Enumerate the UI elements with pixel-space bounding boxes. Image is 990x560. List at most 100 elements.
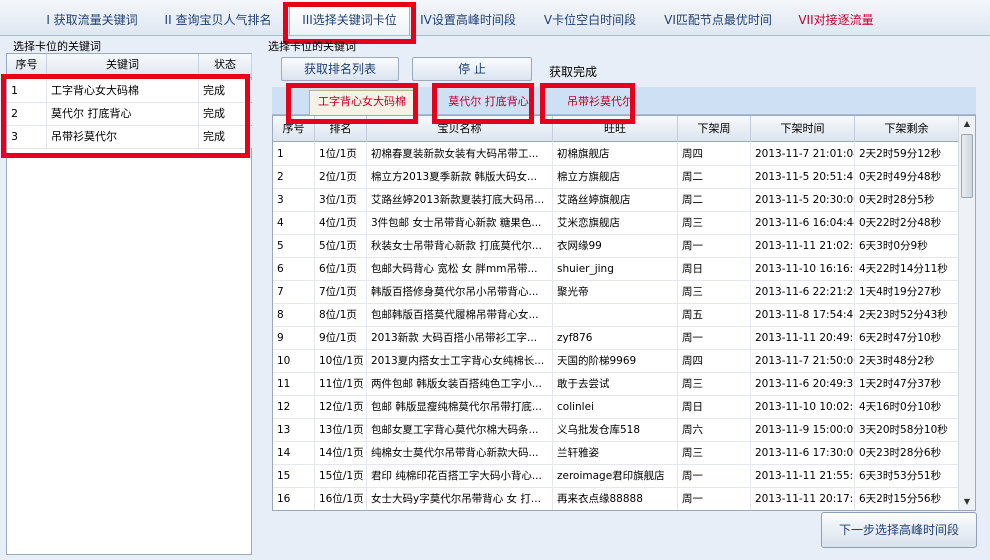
fetch-ranking-button[interactable]: 获取排名列表 [281, 57, 399, 81]
row-delist-weekday: 周一 [678, 488, 751, 510]
table-row[interactable]: 5 5位/1页 秋装女士吊带背心新款 打底莫代尔... 衣网缘99 周一 2013-11-… [273, 235, 959, 258]
keyword-status: 完成 [199, 103, 252, 125]
table-row[interactable]: 3 3位/1页 艾路丝婷2013新款夏装打底大码吊... 艾路丝婷旗舰店 周二 2013-… [273, 189, 959, 212]
row-delist-weekday: 周三 [678, 281, 751, 304]
keyword-list-header: 序号 关键词 状态 [7, 54, 252, 78]
keyword-index: 2 [7, 103, 47, 125]
row-rank: 13位/1页 [315, 419, 367, 442]
row-delist-remaining: 0天22时2分48秒 [855, 212, 959, 235]
row-delist-remaining: 2天2时59分12秒 [855, 143, 959, 166]
keyword-row[interactable]: 3 吊带衫莫代尔 完成 [7, 126, 252, 149]
col-header-wangwang[interactable]: 旺旺 [553, 116, 678, 142]
col-header-item-name[interactable]: 宝贝名称 [367, 116, 553, 142]
table-row[interactable]: 10 10位/1页 2013夏内搭女士工字背心女纯棉长... 天国的阶梯9969 周四 2… [273, 350, 959, 373]
col-header-keyword[interactable]: 关键词 [47, 54, 199, 77]
row-delist-remaining: 6天2时15分56秒 [855, 488, 959, 510]
keyword-index: 1 [7, 80, 47, 102]
table-row[interactable]: 6 6位/1页 包邮大码背心 宽松 女 胖mm吊带... shuier_jing 周日 2… [273, 258, 959, 281]
tab-connect-traffic[interactable]: VII对接逐流量 [796, 9, 876, 31]
row-rank: 12位/1页 [315, 396, 367, 419]
row-item-name: 女士大码y字莫代尔吊带背心 女 打... [367, 488, 553, 510]
row-delist-remaining: 4天16时0分10秒 [855, 396, 959, 419]
row-index: 14 [273, 442, 315, 465]
table-row[interactable]: 14 14位/1页 纯棉女士莫代尔吊带背心新款大码... 兰轩雅姿 周三 2013-11-… [273, 442, 959, 465]
table-row[interactable]: 16 16位/1页 女士大码y字莫代尔吊带背心 女 打... 再来衣点缘88888 周一… [273, 488, 959, 510]
row-delist-remaining: 3天20时58分10秒 [855, 419, 959, 442]
stop-button[interactable]: 停 止 [412, 57, 532, 81]
col-header-status[interactable]: 状态 [199, 54, 252, 77]
row-delist-weekday: 周五 [678, 304, 751, 327]
row-rank: 9位/1页 [315, 327, 367, 350]
keyword-text: 工字背心女大码棉 [47, 80, 199, 102]
table-row[interactable]: 12 12位/1页 包邮 韩版显瘦纯棉莫代尔吊带打底... colinlei 周日 201… [273, 396, 959, 419]
tab-match-optimal-time[interactable]: VI匹配节点最优时间 [662, 9, 774, 31]
ranking-table-header: 序号 排名 宝贝名称 旺旺 下架周 下架时间 下架剩余 [273, 116, 959, 142]
tab-slot-blank-time[interactable]: V卡位空白时间段 [540, 9, 640, 31]
next-step-peak-time-button[interactable]: 下一步选择高峰时间段 [821, 512, 977, 548]
row-delist-remaining: 0天23时28分6秒 [855, 442, 959, 465]
row-delist-time: 2013-11-11 20:17:... [751, 488, 855, 510]
row-item-name: 包邮 韩版显瘦纯棉莫代尔吊带打底... [367, 396, 553, 419]
table-row[interactable]: 9 9位/1页 2013新款 大码百搭小吊带衫工字... zyf876 周一 2013-1… [273, 327, 959, 350]
row-rank: 14位/1页 [315, 442, 367, 465]
col-header-delist-remaining[interactable]: 下架剩余 [855, 116, 959, 142]
row-delist-time: 2013-11-6 22:21:24 [751, 281, 855, 304]
tab-get-traffic-keywords[interactable]: I 获取流量关键词 [42, 9, 142, 31]
tab-select-keyword-slot[interactable]: III选择关键词卡位 [289, 4, 410, 35]
row-rank: 16位/1页 [315, 488, 367, 510]
scroll-down-arrow-icon[interactable]: ▼ [959, 494, 975, 510]
table-row[interactable]: 1 1位/1页 初棉春夏装新款女装有大码吊带工... 初棉旗舰店 周四 2013-11-7… [273, 143, 959, 166]
row-delist-time: 2013-11-11 20:49:... [751, 327, 855, 350]
row-index: 8 [273, 304, 315, 327]
col-header-index[interactable]: 序号 [273, 116, 315, 142]
row-index: 10 [273, 350, 315, 373]
row-index: 15 [273, 465, 315, 488]
keyword-row[interactable]: 1 工字背心女大码棉 完成 [7, 80, 252, 103]
row-delist-weekday: 周一 [678, 327, 751, 350]
subtab-keyword-2[interactable]: 莫代尔 打底背心 [437, 91, 540, 113]
tab-set-peak-time[interactable]: IV设置高峰时间段 [418, 9, 518, 31]
row-delist-time: 2013-11-10 10:02:... [751, 396, 855, 419]
row-wangwang: 艾路丝婷旗舰店 [553, 189, 678, 212]
subtab-keyword-1[interactable]: 工字背心女大码棉 [309, 90, 415, 115]
main-tab-bar: I 获取流量关键词 II 查询宝贝人气排名 III选择关键词卡位 IV设置高峰时… [0, 0, 990, 36]
row-delist-time: 2013-11-11 21:55:... [751, 465, 855, 488]
keyword-index: 3 [7, 126, 47, 148]
keyword-status: 完成 [199, 126, 252, 148]
table-row[interactable]: 13 13位/1页 包邮女夏工字背心莫代尔棉大码条... 义乌批发仓库518 周六 201… [273, 419, 959, 442]
row-delist-time: 2013-11-5 20:51:41 [751, 166, 855, 189]
col-header-delist-weekday[interactable]: 下架周 [678, 116, 751, 142]
row-wangwang: 聚光帝 [553, 281, 678, 304]
tab-query-popularity-rank[interactable]: II 查询宝贝人气排名 [164, 9, 272, 31]
scroll-thumb[interactable] [961, 134, 973, 198]
subtab-keyword-3[interactable]: 吊带衫莫代尔 [555, 91, 645, 113]
row-rank: 6位/1页 [315, 258, 367, 281]
ranking-panel: 获取排名列表 停 止 获取完成 工字背心女大码棉 莫代尔 打底背心 吊带衫莫代尔… [259, 53, 985, 555]
row-delist-weekday: 周一 [678, 235, 751, 258]
table-row[interactable]: 15 15位/1页 君印 纯棉印花百搭工字大码小背心... zeroimage君印旗舰… [273, 465, 959, 488]
row-wangwang: 艾米恋旗舰店 [553, 212, 678, 235]
table-row[interactable]: 8 8位/1页 包邮韩版百搭莫代履棉吊带背心女... 周五 2013-11-8 17:5… [273, 304, 959, 327]
keyword-row[interactable]: 2 莫代尔 打底背心 完成 [7, 103, 252, 126]
col-header-delist-time[interactable]: 下架时间 [751, 116, 855, 142]
col-header-index[interactable]: 序号 [7, 54, 47, 77]
table-row[interactable]: 2 2位/1页 棉立方2013夏季新款 韩版大码女... 棉立方旗舰店 周二 2013-1… [273, 166, 959, 189]
row-delist-weekday: 周二 [678, 189, 751, 212]
row-item-name: 初棉春夏装新款女装有大码吊带工... [367, 143, 553, 166]
row-item-name: 2013夏内搭女士工字背心女纯棉长... [367, 350, 553, 373]
row-item-name: 艾路丝婷2013新款夏装打底大码吊... [367, 189, 553, 212]
table-vertical-scrollbar[interactable]: ▲ ▼ [958, 116, 975, 510]
table-row[interactable]: 4 4位/1页 3件包邮 女士吊带背心新款 糖果色... 艾米恋旗舰店 周三 2013-1… [273, 212, 959, 235]
row-wangwang: 衣网缘99 [553, 235, 678, 258]
row-rank: 3位/1页 [315, 189, 367, 212]
table-row[interactable]: 7 7位/1页 韩版百搭修身莫代尔吊小吊带背心... 聚光帝 周三 2013-11-6 2… [273, 281, 959, 304]
row-item-name: 2013新款 大码百搭小吊带衫工字... [367, 327, 553, 350]
row-wangwang: 棉立方旗舰店 [553, 166, 678, 189]
row-rank: 7位/1页 [315, 281, 367, 304]
row-delist-weekday: 周四 [678, 143, 751, 166]
table-row[interactable]: 11 11位/1页 两件包邮 韩版女装百搭纯色工字小... 敢于去尝试 周三 2013-1… [273, 373, 959, 396]
row-delist-remaining: 2天3时48分2秒 [855, 350, 959, 373]
col-header-rank[interactable]: 排名 [315, 116, 367, 142]
scroll-up-arrow-icon[interactable]: ▲ [959, 116, 975, 132]
row-rank: 11位/1页 [315, 373, 367, 396]
